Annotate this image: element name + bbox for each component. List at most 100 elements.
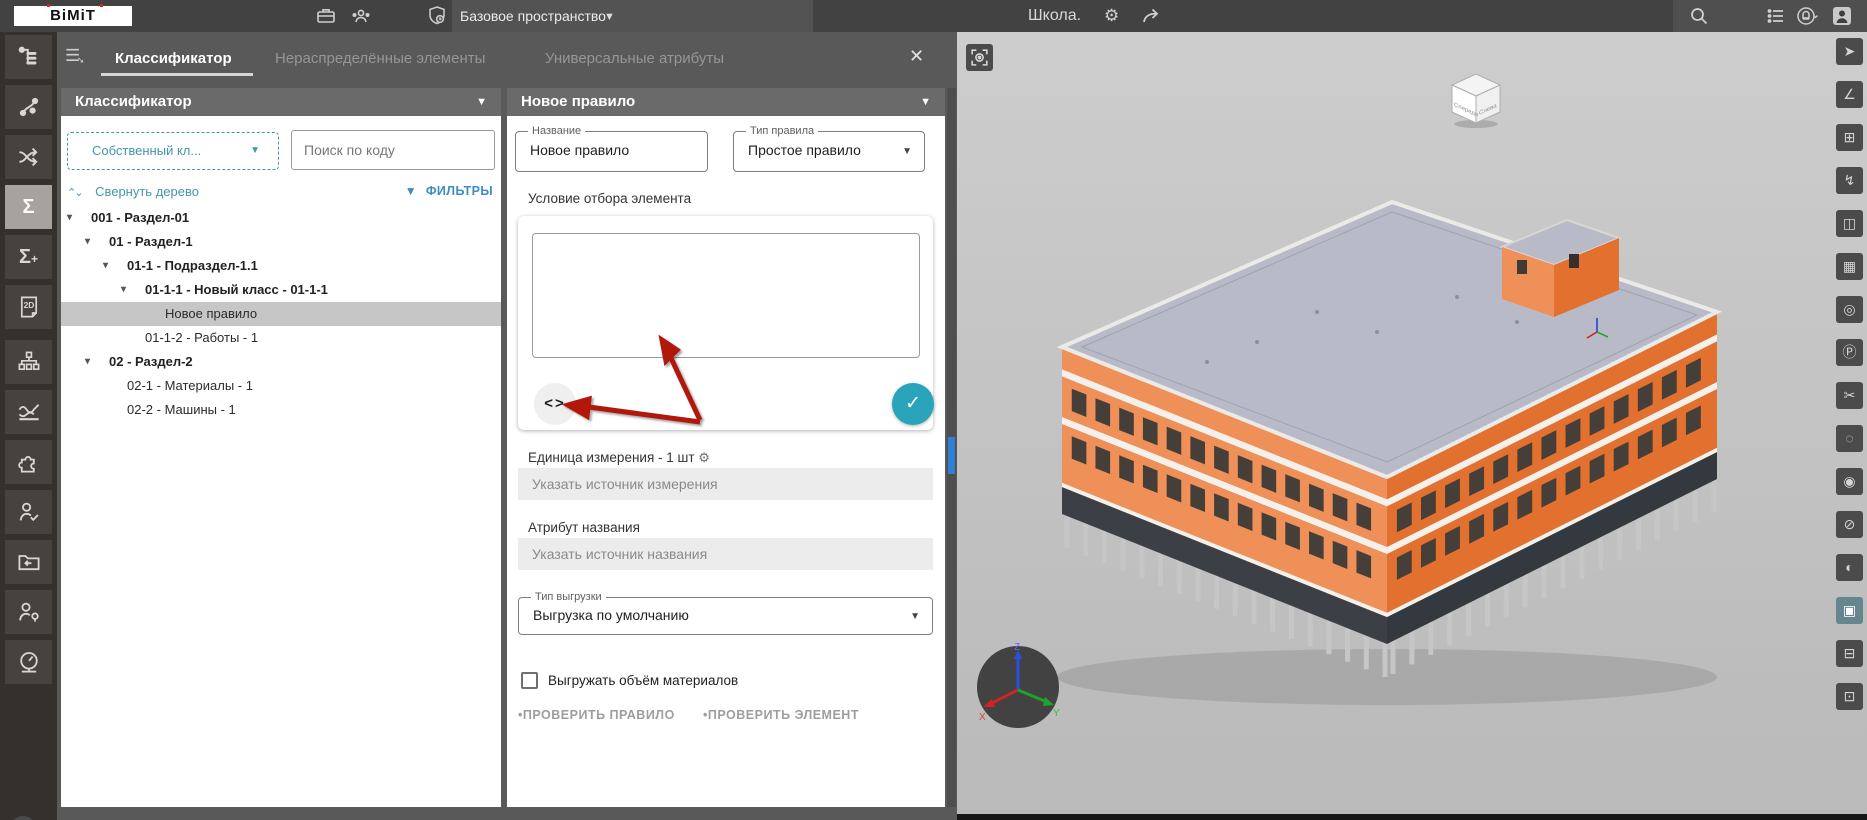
gizmo-y-label[interactable]: Y xyxy=(1053,708,1060,719)
panel-scrollbar[interactable] xyxy=(947,88,956,807)
focus-section-icon[interactable] xyxy=(966,44,993,71)
export-type-select[interactable]: Тип выгрузки Выгрузка по умолчанию ▼ xyxy=(518,591,933,635)
classifier-panel-header[interactable]: Классификатор ▼ xyxy=(61,88,501,116)
chevron-down-icon[interactable]: ▼ xyxy=(604,11,615,23)
active-tab-underline xyxy=(101,73,253,76)
unit-gear-icon[interactable]: ⚙ xyxy=(698,450,710,465)
tree-row[interactable]: ▾ 01-1 - Подраздел-1.1 xyxy=(61,254,501,278)
check-rule-button[interactable]: •ПРОВЕРИТЬ ПРАВИЛО xyxy=(518,708,675,722)
school-building-model[interactable] xyxy=(957,32,1867,820)
code-search-input[interactable] xyxy=(291,130,495,170)
shuffle-icon[interactable] xyxy=(5,135,52,179)
tree-row[interactable]: ▾ 01 - Раздел-1 xyxy=(61,230,501,254)
classifier-tree-icon[interactable] xyxy=(5,35,52,79)
attribute-source-field[interactable]: Указать источник названия xyxy=(518,538,933,570)
condition-textarea[interactable] xyxy=(532,233,920,358)
layers-icon[interactable]: ⊟ xyxy=(1836,640,1863,667)
lightning-icon[interactable]: ↯ xyxy=(1836,167,1863,194)
filters-button[interactable]: ▼ ФИЛЬТРЫ xyxy=(405,184,493,198)
tab-unallocated-elements[interactable]: Нераспределённые элементы xyxy=(275,50,485,67)
select-arrow-icon[interactable]: ➤ xyxy=(1836,38,1863,65)
rule-panel-header[interactable]: Новое правило ▼ xyxy=(507,88,945,116)
search-icon[interactable] xyxy=(1688,5,1710,27)
share-icon[interactable] xyxy=(1140,5,1162,27)
briefcase-icon[interactable] xyxy=(315,5,337,27)
chevron-down-icon: ▼ xyxy=(250,145,260,156)
tree-node-label: 02-1 - Материалы - 1 xyxy=(127,378,253,393)
model-box-icon[interactable]: ▣ xyxy=(1836,597,1863,624)
export-folder-icon[interactable] xyxy=(5,540,52,584)
classifier-type-value: Собственный кл... xyxy=(92,143,202,158)
relations-icon[interactable] xyxy=(5,85,52,129)
expand-arrow-icon[interactable]: ▾ xyxy=(85,230,90,254)
plugins-puzzle-icon[interactable] xyxy=(5,440,52,484)
project-title: Школа. xyxy=(1028,7,1082,24)
tree-row[interactable]: ▾ 02 - Раздел-2 xyxy=(61,350,501,374)
gizmo-z-label[interactable]: Z xyxy=(1014,642,1020,653)
expand-arrow-icon[interactable]: ▾ xyxy=(121,278,126,302)
help-button[interactable]: ? xyxy=(10,816,36,820)
gear-icon[interactable]: ⚙ xyxy=(1104,6,1126,28)
drawings-2d-icon[interactable]: 2D xyxy=(5,285,52,329)
classifier-workspace: ☰ ➘ Классификатор Нераспределённые элемен… xyxy=(57,32,957,820)
transparency-icon[interactable]: ◐ xyxy=(1836,554,1863,581)
expand-arrow-icon[interactable]: ▾ xyxy=(85,350,90,374)
chevron-down-icon[interactable]: ▼ xyxy=(920,88,931,116)
approve-user-icon[interactable] xyxy=(5,490,52,534)
measure-icon[interactable]: ∠ xyxy=(1836,81,1863,108)
unit-source-field[interactable]: Указать источник измерения xyxy=(518,468,933,500)
properties-icon[interactable]: Ⓟ xyxy=(1836,339,1863,366)
chevron-down-icon[interactable]: ▼ xyxy=(476,88,487,116)
app-logo[interactable]: BiMiT xyxy=(14,6,132,26)
notifications-icon[interactable] xyxy=(1796,5,1818,27)
tab-classifier[interactable]: Классификатор xyxy=(115,50,232,67)
gizmo-x-label[interactable]: X xyxy=(979,712,986,723)
rule-type-select[interactable]: Тип правила Простое правило ▼ xyxy=(733,125,925,172)
isolate-icon[interactable]: ◌ xyxy=(1836,425,1863,452)
panel-menu-icon[interactable]: ☰ ➘ xyxy=(65,46,85,66)
apply-condition-button[interactable]: ✓ xyxy=(892,383,934,425)
model-viewport[interactable]: Спереди Слева X Y Z ➤ ∠ ⊞ ↯ ◫ ▦ ◎ Ⓟ ✂ ◌ ◉ ⊘ ◐ ▣ ⊟ ⊡ xyxy=(957,32,1867,820)
section-box-icon[interactable]: ⊞ xyxy=(1836,124,1863,151)
hide-icon[interactable]: ⊘ xyxy=(1836,511,1863,538)
focus-target-icon[interactable]: ◎ xyxy=(1836,296,1863,323)
team-icon[interactable] xyxy=(350,5,372,27)
tree-row[interactable]: ▾ 01-1-1 - Новый класс - 01-1-1 xyxy=(61,278,501,302)
scrollbar-thumb[interactable] xyxy=(948,437,955,474)
grid-icon[interactable]: ▦ xyxy=(1836,253,1863,280)
tree-node-label: 02-2 - Машины - 1 xyxy=(127,402,236,417)
left-toolbar: Σ Σ+ 2D xyxy=(0,32,57,820)
tree-row[interactable]: 02-2 - Машины - 1 xyxy=(61,398,501,422)
rule-name-field[interactable]: Название Новое правило xyxy=(515,125,708,172)
expand-arrow-icon[interactable]: ▾ xyxy=(67,206,72,230)
tree-row[interactable]: 01-1-2 - Работы - 1 xyxy=(61,326,501,350)
dashboard-gauge-icon[interactable] xyxy=(5,640,52,684)
estimate-sigma-icon[interactable]: Σ xyxy=(5,185,52,229)
view-cube[interactable]: Спереди Слева xyxy=(1443,66,1509,130)
check-element-button[interactable]: •ПРОВЕРИТЬ ЭЛЕМЕНТ xyxy=(703,708,859,722)
account-icon[interactable] xyxy=(1831,5,1853,27)
code-editor-button[interactable]: <> xyxy=(534,383,576,425)
shield-space-icon[interactable] xyxy=(426,5,448,27)
export-materials-checkbox[interactable] xyxy=(521,672,538,689)
collapse-tree-button[interactable]: ⌃⌄ Свернуть дерево xyxy=(67,184,199,199)
expand-arrow-icon[interactable]: ▾ xyxy=(103,254,108,278)
viewer-settings-icon[interactable]: ⊡ xyxy=(1836,683,1863,710)
visibility-icon[interactable]: ◉ xyxy=(1836,468,1863,495)
classifier-type-select[interactable]: Собственный кл... ▼ xyxy=(67,132,279,170)
org-structure-icon[interactable] xyxy=(5,340,52,384)
estimate-add-icon[interactable]: Σ+ xyxy=(5,235,52,279)
tree-row-selected[interactable]: Новое правило xyxy=(61,302,501,326)
tree-row[interactable]: 02-1 - Материалы - 1 xyxy=(61,374,501,398)
list-icon[interactable] xyxy=(1765,5,1787,27)
clip-plane-icon[interactable]: ◫ xyxy=(1836,210,1863,237)
trend-chart-icon[interactable] xyxy=(5,390,52,434)
tree-row[interactable]: ▾ 001 - Раздел-01 xyxy=(61,206,501,230)
user-location-icon[interactable] xyxy=(5,590,52,634)
rule-name-value: Новое правило xyxy=(530,142,630,158)
cut-section-icon[interactable]: ✂ xyxy=(1836,382,1863,409)
navigation-gizmo[interactable]: X Y Z xyxy=(973,642,1063,732)
workspace-selector[interactable]: Базовое пространство xyxy=(460,8,606,24)
tab-universal-attributes[interactable]: Универсальные атрибуты xyxy=(545,50,724,67)
close-icon[interactable]: ✕ xyxy=(909,46,924,67)
